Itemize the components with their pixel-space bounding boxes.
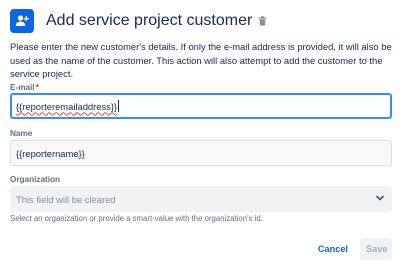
organization-select[interactable]: This field will be cleared xyxy=(10,186,392,212)
add-customer-dialog: Add service project customer Please ente… xyxy=(0,0,408,264)
name-field[interactable]: {{reportername}} xyxy=(10,140,392,166)
trash-icon[interactable] xyxy=(258,16,267,26)
text-caret xyxy=(118,100,120,112)
email-field-value: {{reporteremailaddress}} xyxy=(16,100,118,112)
email-field[interactable]: {{reporteremailaddress}} xyxy=(10,93,392,119)
email-label: E-mail* xyxy=(10,83,39,92)
name-label: Name xyxy=(10,129,33,138)
save-button[interactable]: Save xyxy=(360,238,392,260)
dialog-title: Add service project customer xyxy=(46,12,253,29)
cancel-button[interactable]: Cancel xyxy=(312,239,354,259)
organization-label: Organization xyxy=(10,175,61,184)
organization-helper-text: Select an organization or provide a smar… xyxy=(10,214,263,223)
dialog-footer: Cancel Save xyxy=(312,238,392,260)
email-label-text: E-mail xyxy=(10,83,35,92)
required-marker: * xyxy=(35,83,39,92)
chevron-down-icon xyxy=(375,193,385,205)
add-user-icon xyxy=(10,9,34,33)
organization-placeholder: This field will be cleared xyxy=(16,193,116,205)
name-field-value: {{reportername}} xyxy=(16,147,85,159)
dialog-description: Please enter the new customer's details.… xyxy=(10,41,392,80)
dialog-header: Add service project customer xyxy=(10,9,267,33)
